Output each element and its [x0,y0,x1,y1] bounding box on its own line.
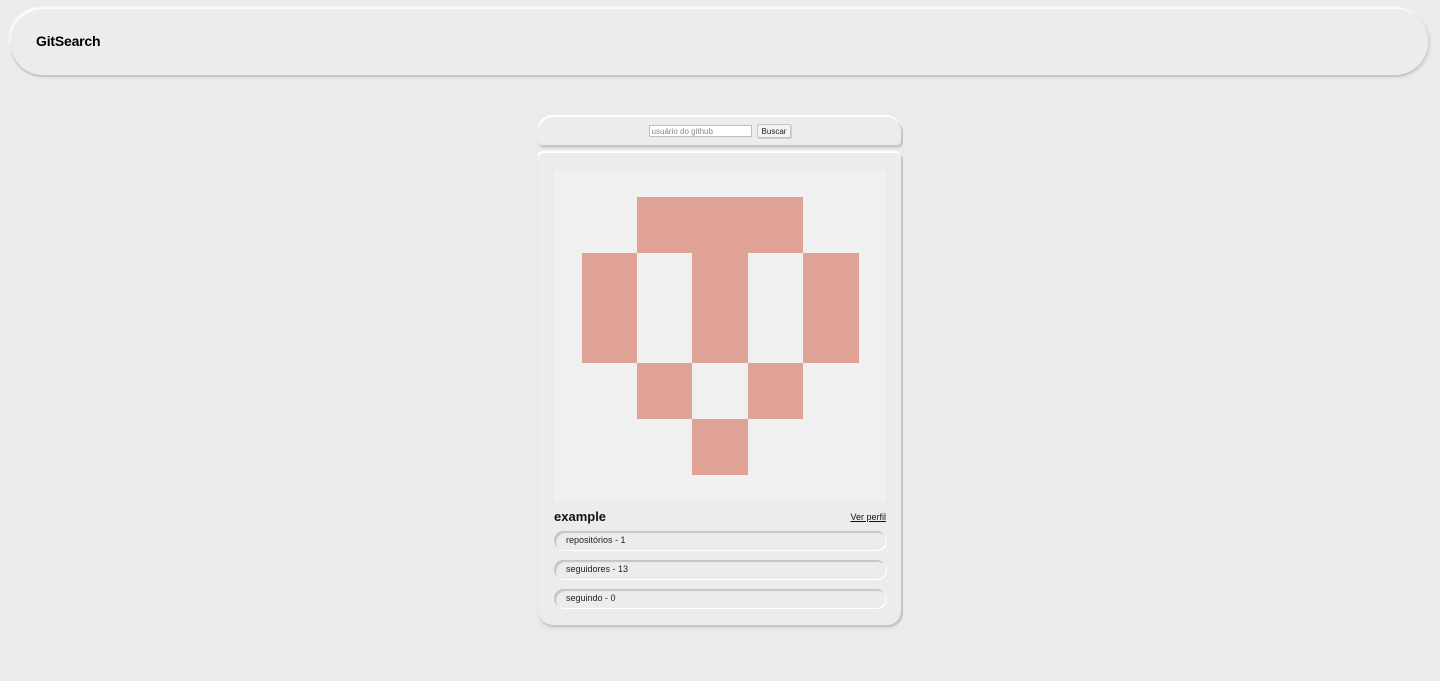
app-brand[interactable]: GitSearch [36,33,101,49]
profile-card: example Ver perfil repositórios - 1 segu… [539,153,901,625]
avatar-cell [692,419,748,475]
view-profile-link[interactable]: Ver perfil [850,512,886,522]
user-row: example Ver perfil [554,509,886,527]
avatar [554,170,886,502]
avatar-cell [637,363,692,419]
avatar-cell [637,197,803,253]
avatar-cell [692,253,748,363]
avatar-cell [748,363,803,419]
stat-following: seguindo - 0 [554,589,886,608]
avatar-cell [803,253,859,363]
search-input[interactable] [648,125,752,137]
top-navbar: GitSearch [10,9,1428,75]
stat-repositories: repositórios - 1 [554,531,886,550]
search-bar: Buscar [539,117,901,145]
username: example [554,509,607,524]
avatar-cell [582,253,637,363]
stat-followers: seguidores - 13 [554,560,886,579]
search-button[interactable]: Buscar [756,124,792,138]
